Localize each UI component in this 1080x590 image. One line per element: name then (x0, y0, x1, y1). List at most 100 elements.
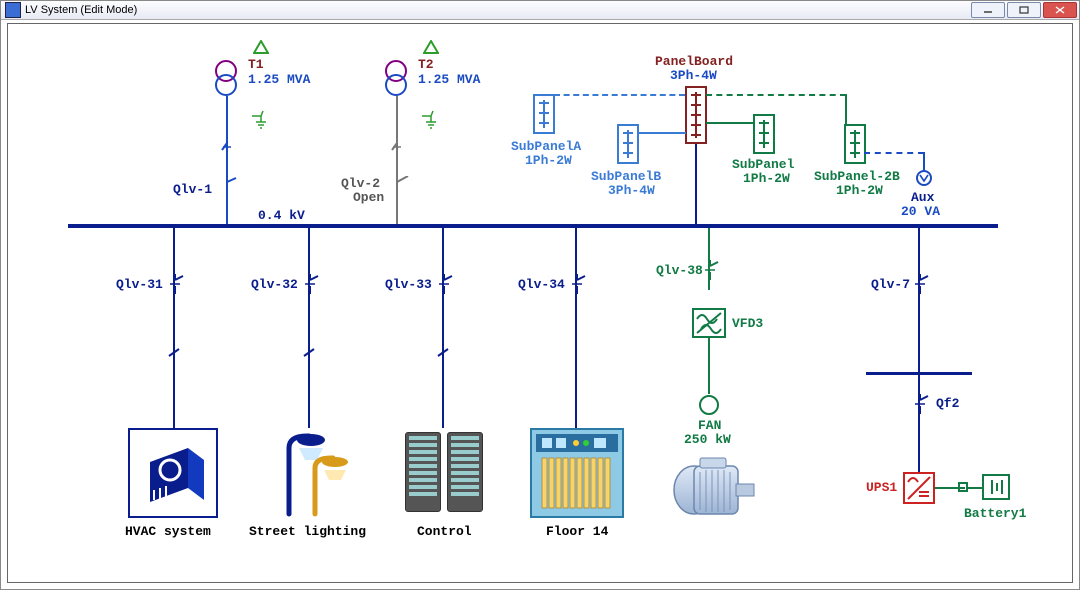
qlv38-label: Qlv-38 (656, 263, 703, 278)
battery-name: Battery1 (964, 506, 1026, 521)
connector-icon (958, 482, 968, 492)
window-title: LV System (Edit Mode) (25, 3, 137, 17)
qlv1-label: Qlv-1 (173, 182, 212, 197)
breaker-icon[interactable] (220, 138, 234, 156)
switch-icon[interactable] (165, 274, 185, 294)
busbar-voltage: 0.4 kV (258, 208, 305, 223)
street-lighting-icon[interactable] (259, 426, 357, 520)
ups-name: UPS1 (866, 480, 897, 495)
fuse-icon (436, 344, 450, 362)
wire (923, 152, 925, 170)
vfd-icon[interactable] (692, 308, 726, 338)
subpanel-b-config: 3Ph-4W (608, 183, 655, 198)
wire (918, 228, 920, 372)
switch-icon[interactable] (910, 394, 930, 414)
qlv34-label: Qlv-34 (518, 277, 565, 292)
diagram-canvas[interactable]: 0.4 kV T1 1.25 MVA Qlv-1 T2 1.25 M (7, 23, 1073, 583)
switch-open-icon[interactable] (384, 176, 410, 194)
subpanel-b-name: SubPanelB (591, 169, 661, 184)
app-icon (5, 2, 21, 18)
fan-symbol-icon[interactable] (698, 394, 720, 416)
subpanel-icon[interactable] (753, 114, 775, 154)
wire (706, 94, 846, 96)
wire (706, 122, 755, 124)
t1-rating: 1.25 MVA (248, 72, 310, 87)
street-label: Street lighting (249, 524, 366, 539)
switch-icon[interactable] (434, 274, 454, 294)
switch-icon[interactable] (214, 176, 240, 194)
wire (226, 96, 228, 224)
vfd-name: VFD3 (732, 316, 763, 331)
wire (695, 144, 697, 224)
titlebar[interactable]: LV System (Edit Mode) (1, 1, 1079, 20)
hvac-load-icon[interactable] (128, 428, 218, 518)
qlv33-label: Qlv-33 (385, 277, 432, 292)
switch-icon[interactable] (700, 260, 720, 280)
delta-icon (253, 40, 269, 54)
battery-icon[interactable] (982, 474, 1010, 500)
subpanel-a-config: 1Ph-2W (525, 153, 572, 168)
t1-id: T1 (248, 57, 264, 72)
wire (918, 375, 920, 473)
qlv32-label: Qlv-32 (251, 277, 298, 292)
subpanel-2b-name: SubPanel-2B (814, 169, 900, 184)
motor-icon[interactable] (672, 456, 752, 516)
wire (396, 96, 398, 224)
subpanel-b-icon[interactable] (617, 124, 639, 164)
subpanel-2b-config: 1Ph-2W (836, 183, 883, 198)
t2-id: T2 (418, 57, 434, 72)
transformer-t2-icon[interactable] (385, 60, 409, 96)
subpanel-name: SubPanel (732, 157, 794, 172)
subpanel-2b-icon[interactable] (844, 124, 866, 164)
panelboard-name: PanelBoard (655, 54, 733, 69)
subpanel-config: 1Ph-2W (743, 171, 790, 186)
maximize-button[interactable] (1007, 2, 1041, 18)
fuse-icon (302, 344, 316, 362)
breaker-icon[interactable] (390, 138, 404, 156)
control-label: Control (417, 524, 472, 539)
delta-icon (423, 40, 439, 54)
qf2-label: Qf2 (936, 396, 959, 411)
wire (845, 94, 847, 125)
subpanel-a-name: SubPanelA (511, 139, 581, 154)
transformer-t1-icon[interactable] (215, 60, 239, 96)
aux-load-icon[interactable] (915, 169, 933, 187)
subpanel-a-icon[interactable] (533, 94, 555, 134)
app-window: LV System (Edit Mode) 0.4 kV T1 1.25 MVA (0, 0, 1080, 590)
wire (575, 228, 577, 428)
floor14-label: Floor 14 (546, 524, 608, 539)
qlv31-label: Qlv-31 (116, 277, 163, 292)
floor14-panel-icon[interactable] (530, 428, 624, 518)
qlv7-label: Qlv-7 (871, 277, 910, 292)
wire (708, 228, 710, 290)
minimize-button[interactable] (971, 2, 1005, 18)
panelboard-config: 3Ph-4W (670, 68, 717, 83)
panelboard-icon[interactable] (685, 86, 707, 144)
fan-rating: 250 kW (684, 432, 731, 447)
fuse-icon (167, 344, 181, 362)
qlv2-label: Qlv-2 (341, 176, 380, 191)
aux-rating: 20 VA (901, 204, 940, 219)
wire (864, 152, 924, 154)
busbar[interactable] (68, 224, 998, 228)
aux-name: Aux (911, 190, 934, 205)
wire (968, 487, 982, 489)
wire (442, 228, 444, 428)
server-rack-icon[interactable] (447, 432, 483, 512)
ups-icon[interactable] (903, 472, 935, 504)
ground-icon (251, 110, 271, 128)
wire (173, 228, 175, 428)
wire (554, 94, 685, 96)
close-button[interactable] (1043, 2, 1077, 18)
qlv2-state: Open (353, 190, 384, 205)
switch-icon[interactable] (300, 274, 320, 294)
hvac-label: HVAC system (125, 524, 211, 539)
wire (708, 338, 710, 394)
fan-name: FAN (698, 418, 721, 433)
server-rack-icon[interactable] (405, 432, 441, 512)
switch-icon[interactable] (567, 274, 587, 294)
wire (308, 228, 310, 428)
ground-icon (421, 110, 441, 128)
t2-rating: 1.25 MVA (418, 72, 480, 87)
switch-icon[interactable] (910, 274, 930, 294)
